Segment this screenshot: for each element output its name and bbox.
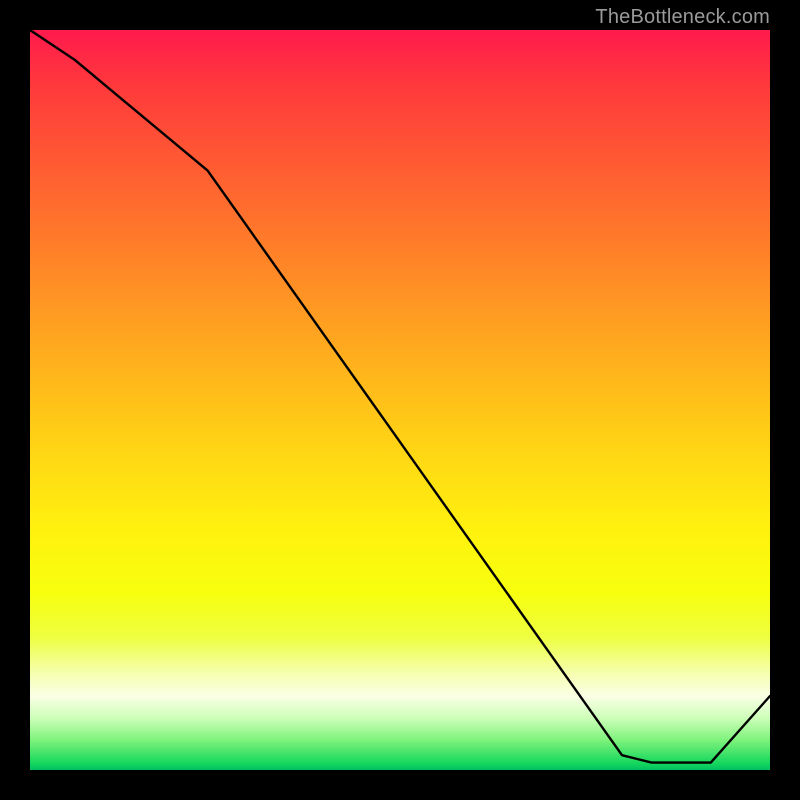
plot-area — [30, 30, 770, 770]
attribution-text: TheBottleneck.com — [595, 6, 770, 29]
chart-frame: TheBottleneck.com — [0, 0, 800, 800]
bottleneck-curve — [30, 30, 770, 770]
